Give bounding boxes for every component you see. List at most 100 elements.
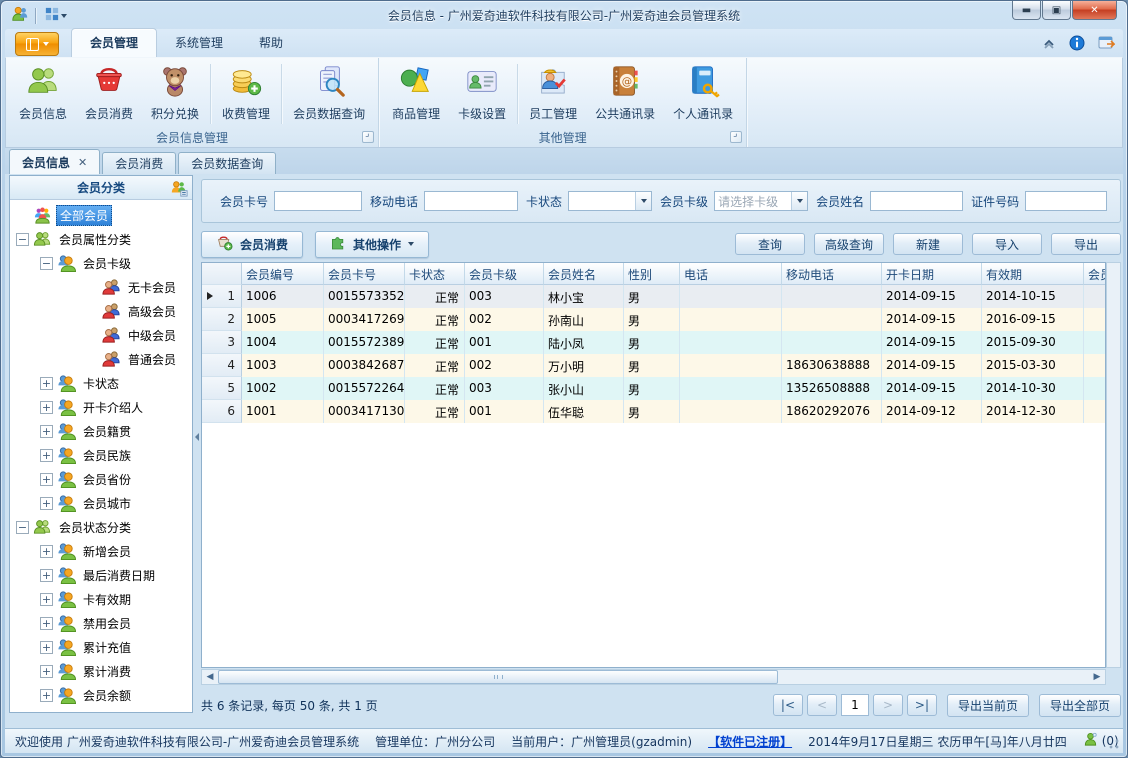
id-number-input[interactable] <box>1025 191 1108 211</box>
info-icon[interactable] <box>1069 35 1085 54</box>
table-row[interactable]: 4 1003 0003842687 正常 002 万小明男 18630638888 2014-… <box>202 354 1105 377</box>
expand-node-icon[interactable]: + <box>40 688 53 702</box>
column-header-开卡日期[interactable]: 开卡日期 <box>882 263 982 285</box>
export-button[interactable]: 导出 <box>1051 233 1121 255</box>
expand-node-icon[interactable]: + <box>40 400 53 414</box>
advanced-query-button[interactable]: 高级查询 <box>814 233 884 255</box>
expand-node-icon[interactable]: + <box>40 376 53 390</box>
card-level-select[interactable]: 请选择卡级 <box>714 191 809 211</box>
app-menu-button[interactable] <box>15 32 59 56</box>
expand-node-icon[interactable]: + <box>40 616 53 630</box>
mobile-phone-input[interactable] <box>424 191 519 211</box>
tree-item-无卡会员[interactable]: 无卡会员 <box>10 275 192 299</box>
ribbon-button-card-level-setting[interactable]: 卡级设置 <box>449 60 515 128</box>
menu-tab-系统管理[interactable]: 系统管理 <box>157 29 241 57</box>
vertical-scrollbar[interactable] <box>1106 262 1121 668</box>
table-row[interactable]: 5 1002 0015572264 正常 003 张小山男 13526508888 2014-… <box>202 377 1105 400</box>
ribbon-button-staff-manage[interactable]: 员工管理 <box>520 60 586 128</box>
ribbon-button-member-consume[interactable]: 会员消费 <box>76 60 142 128</box>
ribbon-button-member-info[interactable]: 会员信息 <box>10 60 76 128</box>
card-status-select[interactable] <box>568 191 653 211</box>
tree-item-累计消费[interactable]: + 累计消费 <box>10 659 192 683</box>
new-button[interactable]: 新建 <box>893 233 963 255</box>
menu-tab-会员管理[interactable]: 会员管理 <box>71 28 158 57</box>
column-header-会员卡级[interactable]: 会员卡级 <box>465 263 544 285</box>
chevron-down-icon[interactable] <box>635 192 652 210</box>
tree-item-会员籍贯[interactable]: + 会员籍贯 <box>10 419 192 443</box>
tree-item-累计充值[interactable]: + 累计充值 <box>10 635 192 659</box>
tree-item-高级会员[interactable]: 高级会员 <box>10 299 192 323</box>
tree-item-会员余额[interactable]: + 会员余额 <box>10 683 192 707</box>
close-tab-icon[interactable]: ✕ <box>78 156 87 169</box>
maximize-button[interactable]: ▣ <box>1042 1 1071 20</box>
ribbon-button-member-data-query[interactable]: 会员数据查询 <box>284 60 374 128</box>
page-number-input[interactable] <box>840 694 869 716</box>
expand-node-icon[interactable]: + <box>40 592 53 606</box>
prev-page-button[interactable]: < <box>806 694 837 716</box>
collapse-node-icon[interactable]: − <box>16 520 29 534</box>
collapse-node-icon[interactable]: − <box>16 232 29 246</box>
doc-tab-member-consume[interactable]: 会员消费 <box>102 152 177 174</box>
column-header-卡状态[interactable]: 卡状态 <box>405 263 465 285</box>
first-page-button[interactable]: |< <box>772 694 803 716</box>
column-header-会员[interactable]: 会员 <box>1084 263 1105 285</box>
column-header-性别[interactable]: 性别 <box>624 263 680 285</box>
tree-item-最后消费日期[interactable]: + 最后消费日期 <box>10 563 192 587</box>
expand-node-icon[interactable]: + <box>40 568 53 582</box>
tree-item-卡有效期[interactable]: + 卡有效期 <box>10 587 192 611</box>
ribbon-button-personal-contacts[interactable]: 个人通讯录 <box>664 60 742 128</box>
column-header-会员编号[interactable]: 会员编号 <box>242 263 324 285</box>
table-row[interactable]: 1 1006 0015573352 正常 003 林小宝男 2014-09-15 2014-1… <box>202 285 1105 308</box>
tree-item-开卡介绍人[interactable]: + 开卡介绍人 <box>10 395 192 419</box>
expand-node-icon[interactable]: + <box>40 640 53 654</box>
expand-node-icon[interactable]: + <box>40 472 53 486</box>
scroll-right-arrow-icon[interactable]: ▶ <box>1089 670 1105 684</box>
close-button[interactable]: ✕ <box>1072 1 1117 20</box>
column-header-会员卡号[interactable]: 会员卡号 <box>324 263 405 285</box>
export-current-page-button[interactable]: 导出当前页 <box>946 693 1029 717</box>
tree-item-会员状态分类[interactable]: − 会员状态分类 <box>10 515 192 539</box>
dialog-launcher-icon[interactable] <box>362 129 375 143</box>
table-row[interactable]: 3 1004 0015572389 正常 001 陆小凤男 2014-09-15 2015-0… <box>202 331 1105 354</box>
member-card-no-input[interactable] <box>274 191 363 211</box>
expand-node-icon[interactable]: + <box>40 424 53 438</box>
tree-item-会员卡级[interactable]: − 会员卡级 <box>10 251 192 275</box>
member-name-input[interactable] <box>870 191 964 211</box>
ribbon-button-points-exchange[interactable]: 积分兑换 <box>142 60 208 128</box>
expand-node-icon[interactable]: + <box>40 496 53 510</box>
column-header-有效期[interactable]: 有效期 <box>982 263 1084 285</box>
registered-link[interactable]: 【软件已注册】 <box>708 733 792 750</box>
tree-item-会员城市[interactable]: + 会员城市 <box>10 491 192 515</box>
tree-item-会员省份[interactable]: + 会员省份 <box>10 467 192 491</box>
chevron-down-icon[interactable] <box>791 192 808 210</box>
doc-tab-member-info[interactable]: 会员信息 ✕ <box>9 149 101 174</box>
menu-tab-帮助[interactable]: 帮助 <box>241 29 301 57</box>
ribbon-button-public-contacts[interactable]: @ 公共通讯录 <box>586 60 664 128</box>
expand-node-icon[interactable]: + <box>40 544 53 558</box>
collapse-ribbon-icon[interactable] <box>1041 35 1057 54</box>
dialog-launcher-icon[interactable] <box>730 129 743 143</box>
tree-item-新增会员[interactable]: + 新增会员 <box>10 539 192 563</box>
last-page-button[interactable]: >| <box>906 694 937 716</box>
column-header-会员姓名[interactable]: 会员姓名 <box>544 263 624 285</box>
tree-item-普通会员[interactable]: 普通会员 <box>10 347 192 371</box>
tree-item-禁用会员[interactable]: + 禁用会员 <box>10 611 192 635</box>
tree-item-会员属性分类[interactable]: − 会员属性分类 <box>10 227 192 251</box>
ribbon-button-fee-manage[interactable]: 收费管理 <box>213 60 279 128</box>
member-consume-button[interactable]: 会员消费 <box>201 230 304 258</box>
tree-item-卡状态[interactable]: + 卡状态 <box>10 371 192 395</box>
query-button[interactable]: 查询 <box>735 233 805 255</box>
minimize-button[interactable]: ▬ <box>1012 1 1041 20</box>
collapse-node-icon[interactable]: − <box>40 256 53 270</box>
other-operations-button[interactable]: 其他操作 <box>315 230 430 258</box>
tree-item-全部会员[interactable]: 全部会员 <box>10 203 192 227</box>
import-button[interactable]: 导入 <box>972 233 1042 255</box>
horizontal-scroll-thumb[interactable] <box>218 670 778 684</box>
next-page-button[interactable]: > <box>872 694 903 716</box>
doc-tab-member-data-query[interactable]: 会员数据查询 <box>178 152 277 174</box>
table-row[interactable]: 6 1001 0003417130 正常 001 伍华聪男 18620292076 2014-… <box>202 400 1105 423</box>
expand-node-icon[interactable]: + <box>40 448 53 462</box>
tree-item-中级会员[interactable]: 中级会员 <box>10 323 192 347</box>
expand-node-icon[interactable]: + <box>40 664 53 678</box>
column-header-移动电话[interactable]: 移动电话 <box>782 263 882 285</box>
